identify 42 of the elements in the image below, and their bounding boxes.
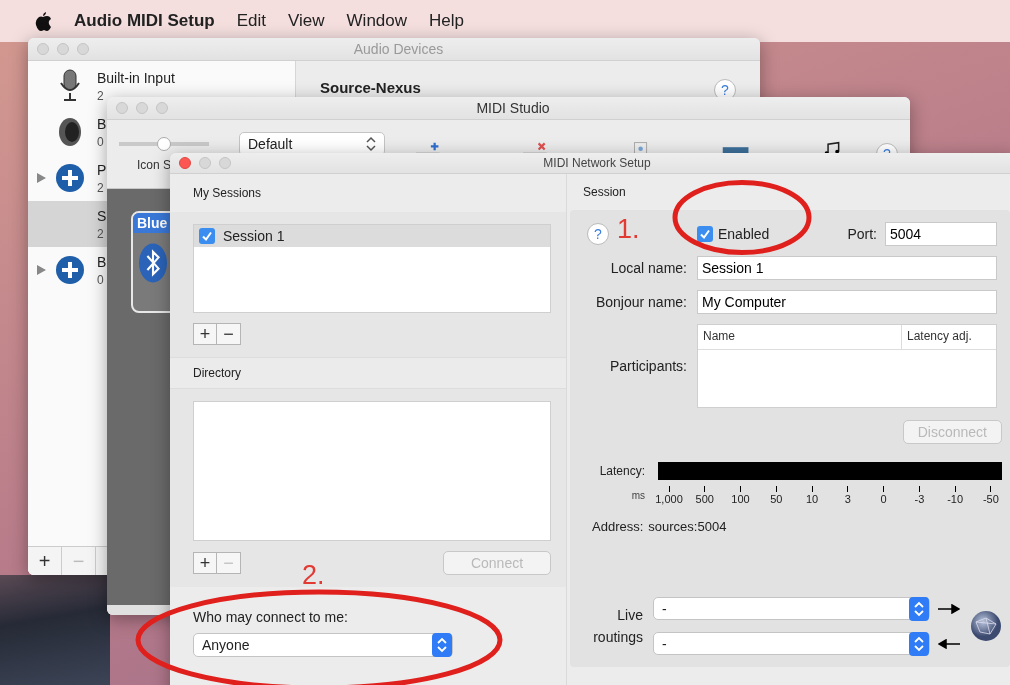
device-name: B <box>97 115 107 132</box>
scale-label: -3 <box>914 493 925 505</box>
device-channels: 0 <box>97 134 105 149</box>
address-value: sources:5004 <box>648 519 727 534</box>
section-heading: Directory <box>193 366 241 380</box>
annotation-number: 1. <box>617 214 640 245</box>
scale-label: 1,000 <box>655 493 683 505</box>
section-heading: Session <box>583 185 626 199</box>
scale-label: 50 <box>770 493 783 505</box>
session-name: Session 1 <box>223 228 285 244</box>
device-channels: 2 <box>97 180 105 195</box>
slider-label: Icon S <box>137 158 172 172</box>
section-heading: My Sessions <box>193 186 262 200</box>
field-label: Bonjour name: <box>594 294 687 310</box>
field-label: Port: <box>847 226 877 242</box>
device-channels: 2 <box>97 88 105 103</box>
field-label: Latency: <box>598 464 645 478</box>
window-title: MIDI Studio <box>475 100 551 116</box>
checkbox-label: Enabled <box>718 226 770 242</box>
scale-label: 100 <box>731 493 750 505</box>
field-label: Participants: <box>608 358 687 374</box>
device-heading: Source-Nexus <box>320 79 421 96</box>
scale-label: 500 <box>695 493 714 505</box>
scale-label: 0 <box>880 493 887 505</box>
field-label: Local name: <box>609 260 687 276</box>
scale-label: -50 <box>982 493 999 505</box>
unit-label: ms <box>630 489 645 501</box>
window-title: Audio Devices <box>352 41 445 57</box>
device-name: Built-in Input <box>97 69 175 86</box>
scale-label: 3 <box>844 493 851 505</box>
scale-label: -10 <box>947 493 964 505</box>
field-label: Live routings <box>592 606 643 647</box>
device-channels: 2 <box>97 226 105 241</box>
annotation-number: 2. <box>302 560 325 591</box>
field-label: Who may connect to me: <box>193 609 349 625</box>
device-name: S <box>97 207 107 224</box>
device-name: B <box>97 253 107 270</box>
field-label: Address: <box>592 519 644 534</box>
device-name: P <box>97 161 107 178</box>
scale-label: 10 <box>805 493 819 505</box>
window-title: MIDI Network Setup <box>542 156 652 170</box>
device-channels: 0 <box>97 272 105 287</box>
